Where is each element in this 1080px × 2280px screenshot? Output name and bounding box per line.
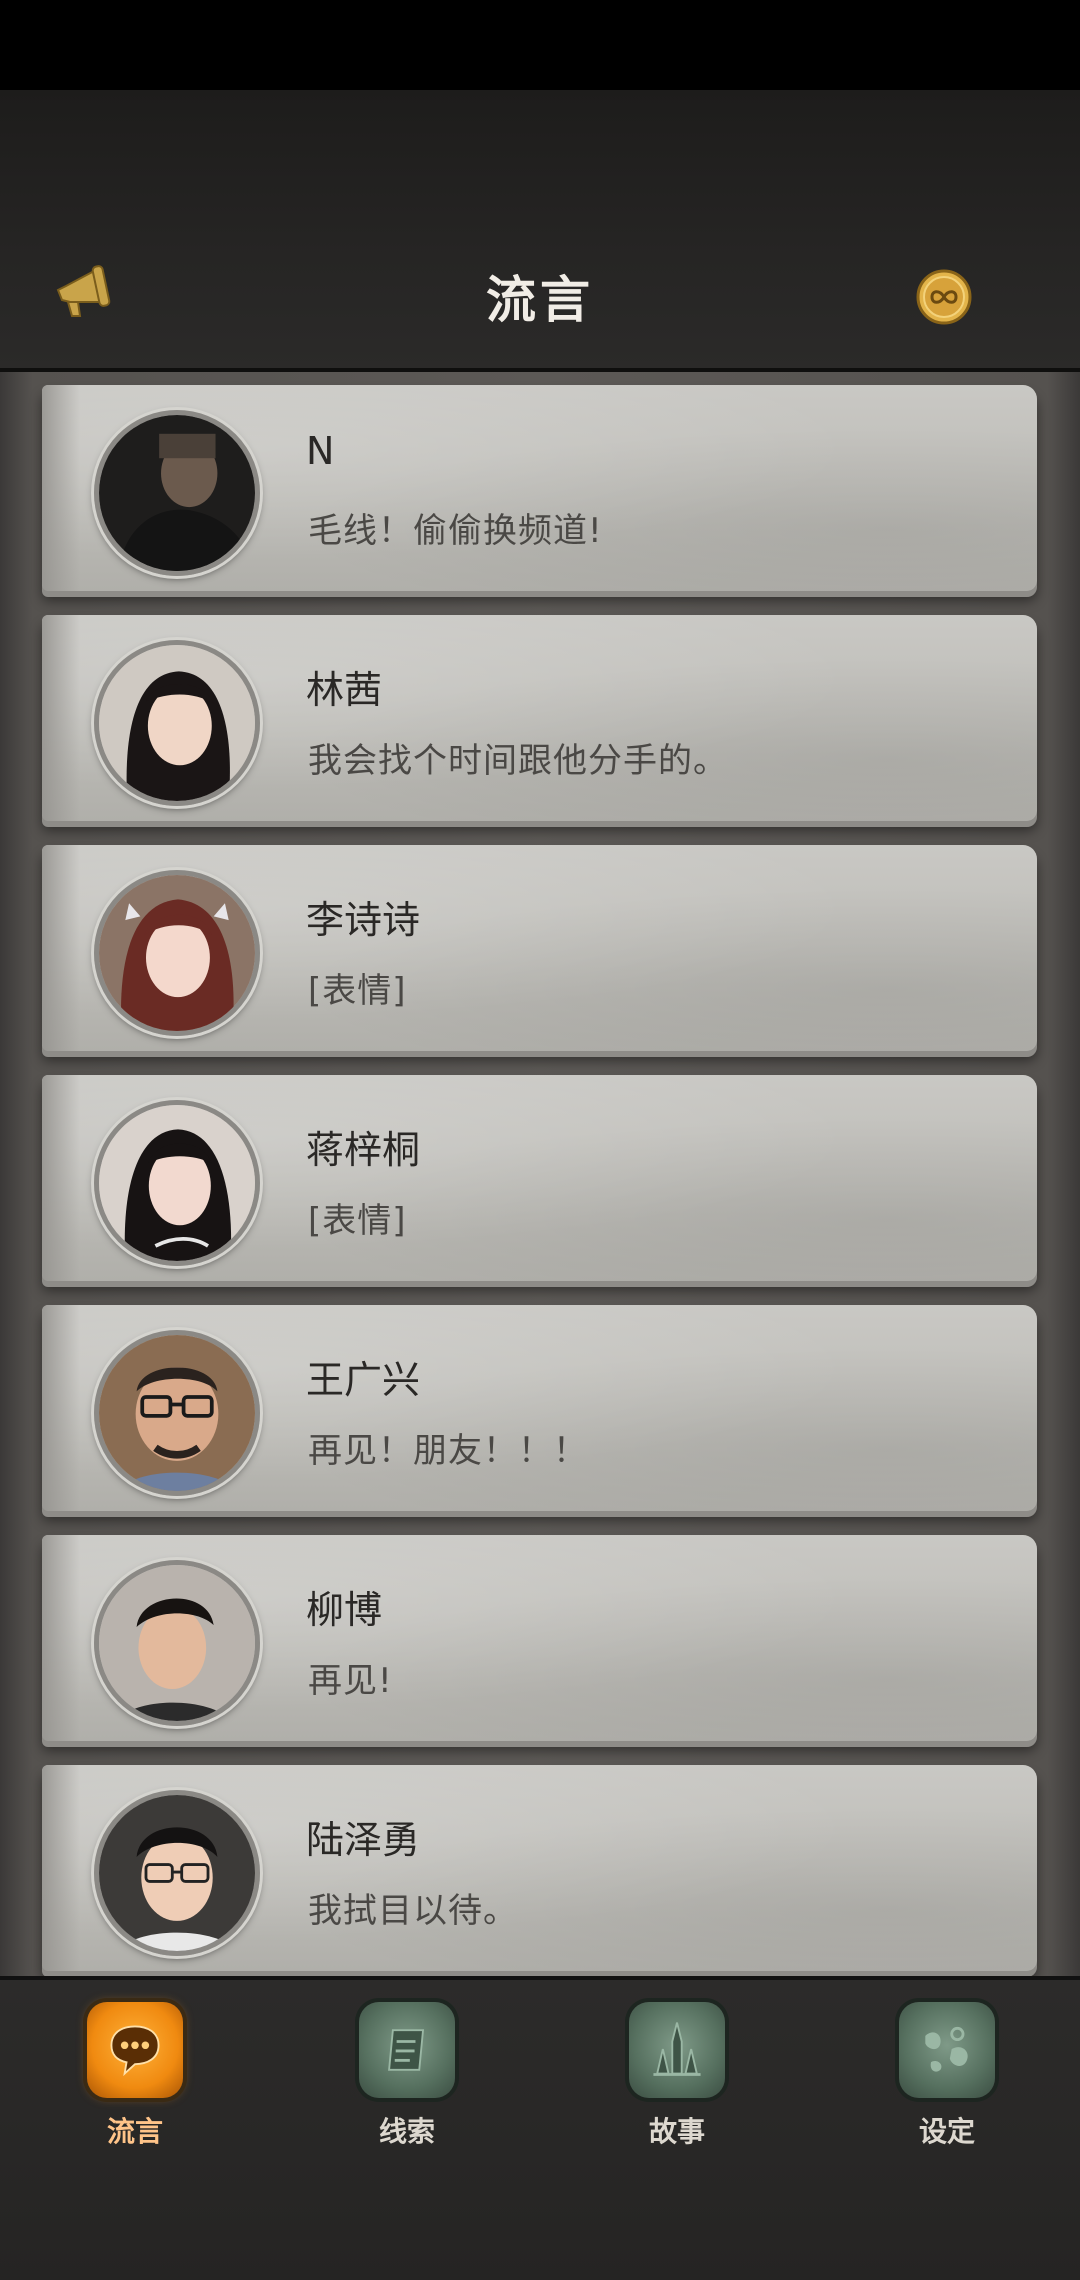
cathedral-icon — [629, 2002, 725, 2098]
rumor-list[interactable]: N 毛线！偷偷换频道! 林茜 我会找个时间跟他分手的。 李诗诗 [表情] 蒋梓桐… — [0, 372, 1080, 1976]
tab-rumors[interactable]: 流言 — [70, 2002, 200, 2150]
contact-name: 林茜 — [306, 668, 383, 712]
avatar — [94, 1790, 260, 1956]
header: 流言 — [0, 90, 1080, 372]
avatar — [94, 1330, 260, 1496]
contact-name: 王广兴 — [306, 1358, 421, 1402]
avatar — [94, 1100, 260, 1266]
status-bar — [0, 0, 1080, 90]
list-item[interactable]: 柳博 再见! — [42, 1535, 1037, 1741]
contact-name: N — [306, 429, 335, 473]
infinity-coin-icon[interactable] — [915, 268, 973, 326]
contact-name: 陆泽勇 — [306, 1818, 421, 1862]
scroll-icon — [359, 2002, 455, 2098]
message-preview: 我会找个时间跟他分手的。 — [308, 741, 728, 781]
message-preview: 再见！朋友！！！ — [308, 1431, 588, 1471]
tab-clues[interactable]: 线索 — [342, 2002, 472, 2150]
contact-name: 柳博 — [306, 1588, 383, 1632]
message-preview: 再见! — [308, 1661, 393, 1701]
list-item[interactable]: 蒋梓桐 [表情] — [42, 1075, 1037, 1281]
contact-name: 蒋梓桐 — [306, 1128, 421, 1172]
list-item[interactable]: 陆泽勇 我拭目以待。 — [42, 1765, 1037, 1971]
list-item[interactable]: 李诗诗 [表情] — [42, 845, 1037, 1051]
tab-story[interactable]: 故事 — [612, 2002, 742, 2150]
contact-name: 李诗诗 — [306, 898, 421, 942]
avatar — [94, 410, 260, 576]
message-preview: 我拭目以待。 — [308, 1891, 518, 1931]
message-preview: [表情] — [308, 971, 407, 1011]
settings-map-icon — [899, 2002, 995, 2098]
list-item[interactable]: 林茜 我会找个时间跟他分手的。 — [42, 615, 1037, 821]
message-preview: [表情] — [308, 1201, 407, 1241]
bottom-navigation: 流言 线索 故事 设定 — [0, 1976, 1080, 2280]
tab-label: 流言 — [106, 2115, 163, 2148]
tab-settings[interactable]: 设定 — [882, 2002, 1012, 2150]
list-item[interactable]: N 毛线！偷偷换频道! — [42, 385, 1037, 591]
avatar — [94, 1560, 260, 1726]
message-preview: 毛线！偷偷换频道! — [308, 511, 603, 551]
tab-label: 故事 — [648, 2115, 705, 2148]
tab-label: 线索 — [378, 2115, 435, 2148]
list-item[interactable]: 王广兴 再见！朋友！！！ — [42, 1305, 1037, 1511]
chat-bubble-icon — [87, 2002, 183, 2098]
avatar — [94, 640, 260, 806]
tab-label: 设定 — [918, 2115, 975, 2148]
avatar — [94, 870, 260, 1036]
